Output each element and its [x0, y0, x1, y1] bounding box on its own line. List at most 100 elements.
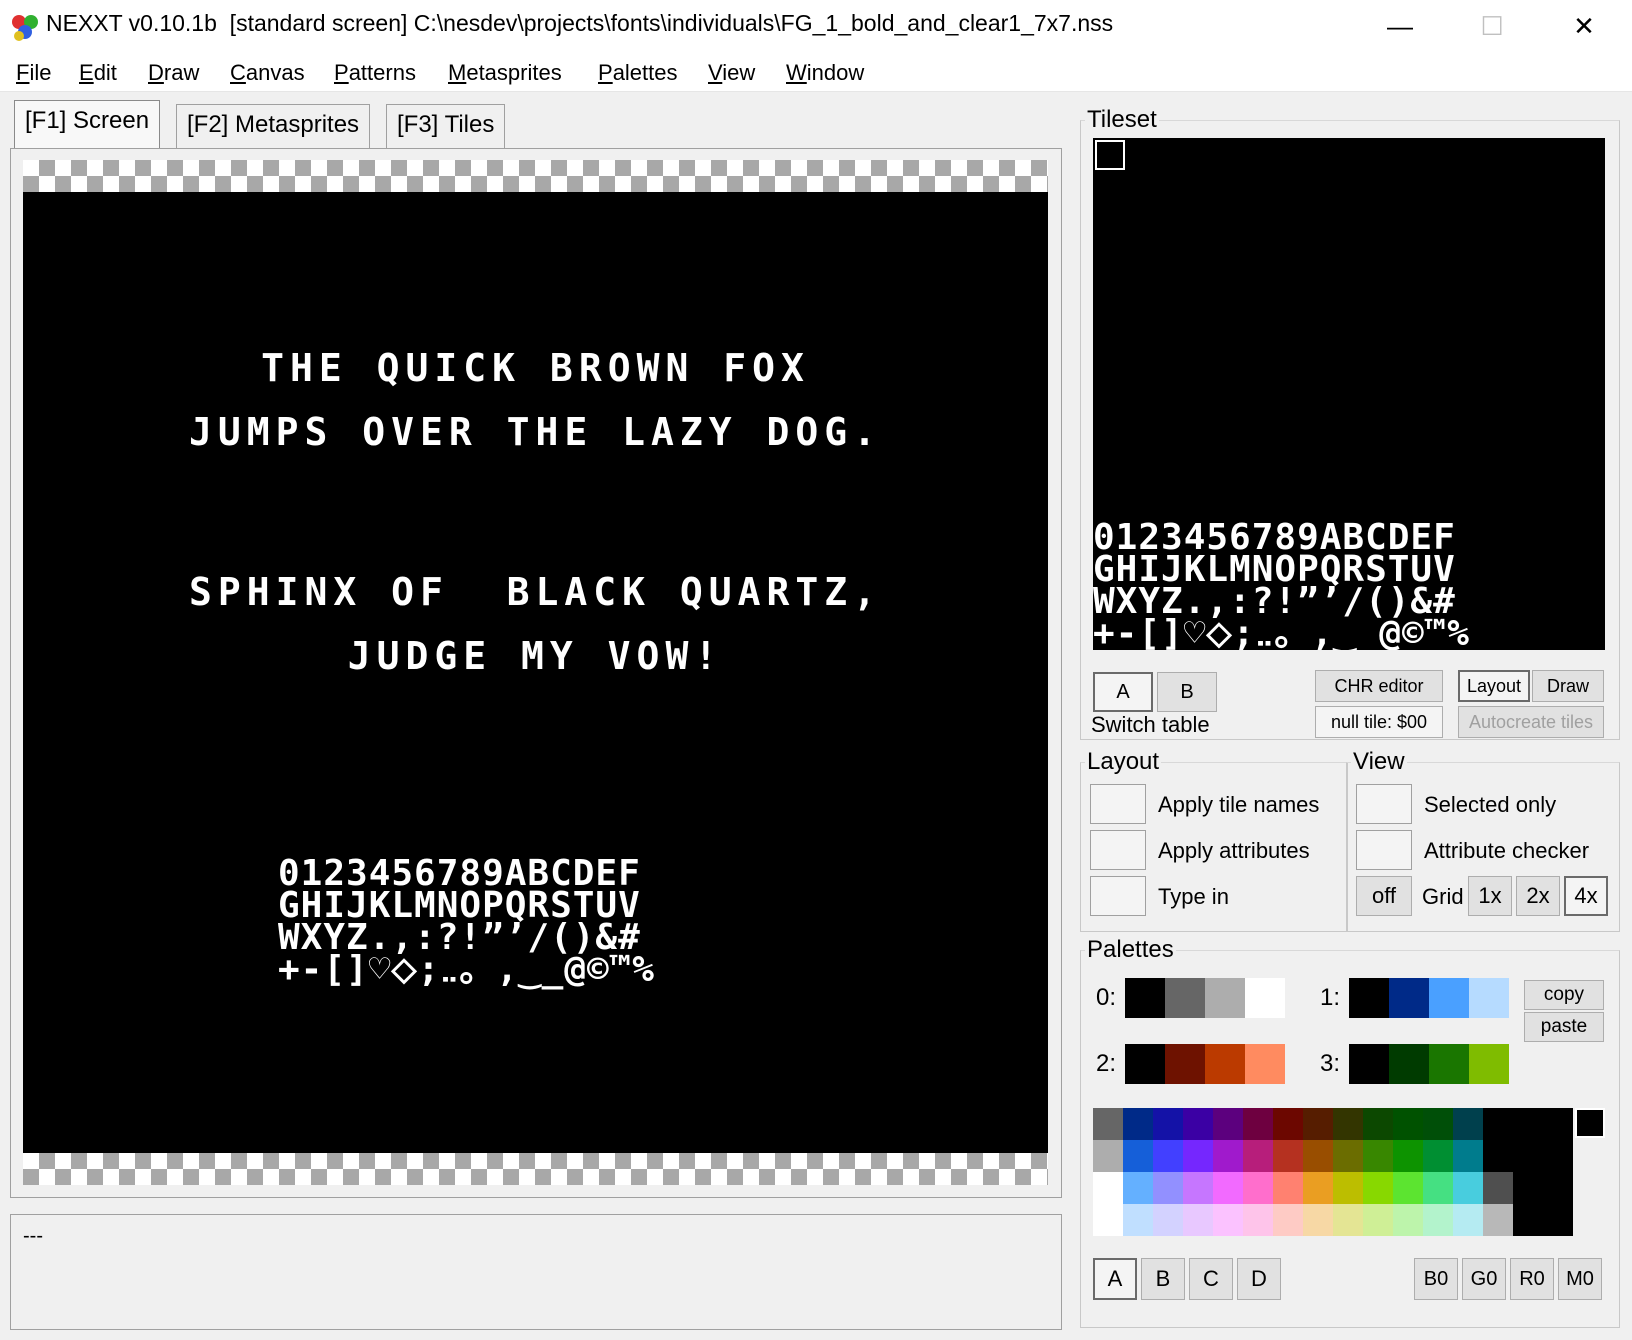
nes-color-cell[interactable] [1363, 1140, 1393, 1172]
grid-off-button[interactable]: off [1356, 876, 1412, 916]
nes-color-cell[interactable] [1543, 1172, 1573, 1204]
nes-color-cell[interactable] [1273, 1204, 1303, 1236]
nes-color-cell[interactable] [1333, 1204, 1363, 1236]
type-in-toggle[interactable] [1090, 876, 1146, 916]
nes-color-cell[interactable] [1543, 1204, 1573, 1236]
emphasis-b0-button[interactable]: B0 [1414, 1258, 1458, 1300]
selected-only-toggle[interactable] [1356, 784, 1412, 824]
nes-color-cell[interactable] [1243, 1204, 1273, 1236]
table-a-button[interactable]: A [1093, 672, 1153, 712]
nes-color-cell[interactable] [1303, 1172, 1333, 1204]
nes-color-cell[interactable] [1543, 1140, 1573, 1172]
minimize-button[interactable]: — [1354, 0, 1446, 52]
nes-color-cell[interactable] [1393, 1172, 1423, 1204]
close-button[interactable]: ✕ [1538, 0, 1630, 52]
nes-color-cell[interactable] [1303, 1204, 1333, 1236]
menu-draw[interactable]: Draw [148, 60, 199, 86]
maximize-button[interactable]: ☐ [1446, 0, 1538, 52]
grid-4x-button[interactable]: 4x [1564, 876, 1608, 916]
nes-color-cell[interactable] [1273, 1108, 1303, 1140]
draw-mode-button[interactable]: Draw [1532, 670, 1604, 702]
nes-color-cell[interactable] [1423, 1108, 1453, 1140]
nes-color-cell[interactable] [1393, 1204, 1423, 1236]
screen-canvas[interactable]: THE QUICK BROWN FOX JUMPS OVER THE LAZY … [23, 160, 1048, 1185]
nes-color-cell[interactable] [1423, 1172, 1453, 1204]
nes-color-cell[interactable] [1213, 1172, 1243, 1204]
palette-0-swatch-3[interactable] [1245, 978, 1285, 1018]
nes-color-cell[interactable] [1213, 1140, 1243, 1172]
nes-color-cell[interactable] [1183, 1172, 1213, 1204]
layout-mode-button[interactable]: Layout [1458, 670, 1530, 702]
nes-color-cell[interactable] [1123, 1172, 1153, 1204]
nes-color-cell[interactable] [1153, 1108, 1183, 1140]
subpalette-d-button[interactable]: D [1237, 1258, 1281, 1300]
nes-color-cell[interactable] [1303, 1108, 1333, 1140]
chr-editor-button[interactable]: CHR editor [1315, 670, 1443, 702]
nes-color-cell[interactable] [1183, 1108, 1213, 1140]
palette-3-swatch-2[interactable] [1429, 1044, 1469, 1084]
nes-color-cell[interactable] [1333, 1108, 1363, 1140]
grid-1x-button[interactable]: 1x [1468, 876, 1512, 916]
palette-1-swatch-3[interactable] [1469, 978, 1509, 1018]
title-bar[interactable]: NEXXT v0.10.1b [standard screen] C:\nesd… [0, 0, 1632, 52]
nes-color-cell[interactable] [1513, 1204, 1543, 1236]
nes-color-cell[interactable] [1093, 1204, 1123, 1236]
palette-1-swatch-1[interactable] [1389, 978, 1429, 1018]
palette-1-swatch-2[interactable] [1429, 978, 1469, 1018]
apply-tile-names-toggle[interactable] [1090, 784, 1146, 824]
palette-3-swatch-1[interactable] [1389, 1044, 1429, 1084]
nes-color-cell[interactable] [1513, 1172, 1543, 1204]
nes-color-grid[interactable] [1093, 1108, 1573, 1236]
nes-color-cell[interactable] [1453, 1140, 1483, 1172]
grid-2x-button[interactable]: 2x [1516, 876, 1560, 916]
palette-0[interactable] [1125, 978, 1285, 1018]
nes-color-cell[interactable] [1453, 1172, 1483, 1204]
palette-2-swatch-2[interactable] [1205, 1044, 1245, 1084]
nes-color-cell[interactable] [1303, 1140, 1333, 1172]
nes-color-cell[interactable] [1453, 1108, 1483, 1140]
palette-2-swatch-3[interactable] [1245, 1044, 1285, 1084]
palette-paste-button[interactable]: paste [1524, 1012, 1604, 1042]
nes-color-cell[interactable] [1513, 1140, 1543, 1172]
nes-color-cell[interactable] [1093, 1140, 1123, 1172]
palette-2[interactable] [1125, 1044, 1285, 1084]
menu-window[interactable]: Window [786, 60, 864, 86]
nes-color-cell[interactable] [1093, 1108, 1123, 1140]
subpalette-b-button[interactable]: B [1141, 1258, 1185, 1300]
tileset-view[interactable]: 0123456789ABCDEF GHIJKLMNOPQRSTUV WXYZ.,… [1093, 138, 1605, 650]
subpalette-c-button[interactable]: C [1189, 1258, 1233, 1300]
nes-color-cell[interactable] [1213, 1204, 1243, 1236]
palette-1-swatch-0[interactable] [1349, 978, 1389, 1018]
nes-color-cell[interactable] [1453, 1204, 1483, 1236]
nes-color-cell[interactable] [1483, 1204, 1513, 1236]
menu-metasprites[interactable]: Metasprites [448, 60, 562, 86]
palette-0-swatch-0[interactable] [1125, 978, 1165, 1018]
tab-tiles[interactable]: [F3] Tiles [386, 104, 506, 148]
palette-2-swatch-1[interactable] [1165, 1044, 1205, 1084]
palette-1[interactable] [1349, 978, 1509, 1018]
nes-color-cell[interactable] [1543, 1108, 1573, 1140]
palette-copy-button[interactable]: copy [1524, 980, 1604, 1010]
menu-palettes[interactable]: Palettes [598, 60, 678, 86]
nes-color-cell[interactable] [1183, 1204, 1213, 1236]
nes-color-cell[interactable] [1123, 1140, 1153, 1172]
nes-color-cell[interactable] [1513, 1108, 1543, 1140]
nes-color-cell[interactable] [1363, 1108, 1393, 1140]
palette-2-swatch-0[interactable] [1125, 1044, 1165, 1084]
menu-canvas[interactable]: Canvas [230, 60, 305, 86]
nes-color-cell[interactable] [1183, 1140, 1213, 1172]
nes-color-cell[interactable] [1273, 1172, 1303, 1204]
nes-color-cell[interactable] [1243, 1172, 1273, 1204]
monochrome-m0-button[interactable]: M0 [1558, 1258, 1602, 1300]
subpalette-a-button[interactable]: A [1093, 1258, 1137, 1300]
nes-color-cell[interactable] [1483, 1108, 1513, 1140]
apply-attributes-toggle[interactable] [1090, 830, 1146, 870]
nes-color-cell[interactable] [1483, 1140, 1513, 1172]
nes-color-cell[interactable] [1423, 1140, 1453, 1172]
emphasis-g0-button[interactable]: G0 [1462, 1258, 1506, 1300]
nes-color-cell[interactable] [1423, 1204, 1453, 1236]
palette-3-swatch-3[interactable] [1469, 1044, 1509, 1084]
menu-view[interactable]: View [708, 60, 755, 86]
palette-3[interactable] [1349, 1044, 1509, 1084]
nes-color-cell[interactable] [1393, 1108, 1423, 1140]
